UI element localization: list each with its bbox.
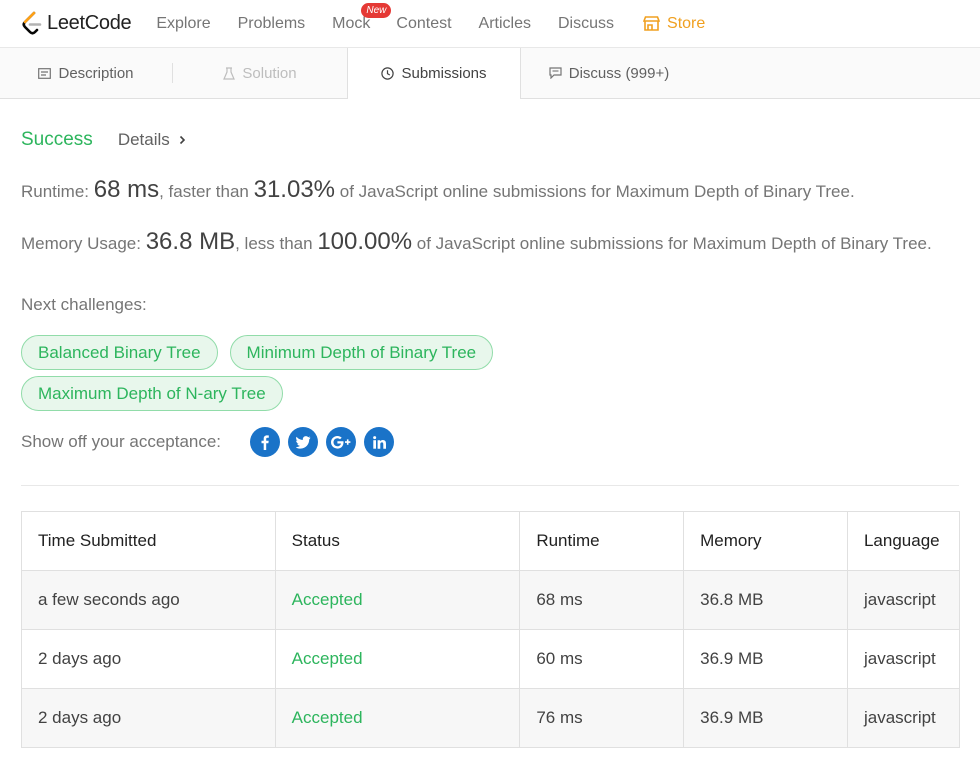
tab-submissions[interactable]: Submissions <box>347 48 521 99</box>
tab-solution-label: Solution <box>242 64 297 82</box>
header-time-submitted[interactable]: Time Submitted <box>21 511 276 571</box>
cell-memory: 36.9 MB <box>683 688 848 748</box>
submission-result: Success Details Runtime: 68 ms, faster t… <box>0 129 980 748</box>
twitter-icon <box>295 435 311 449</box>
cell-language: javascript <box>846 570 961 630</box>
cell-runtime: 68 ms <box>519 570 685 630</box>
store-icon <box>643 16 661 31</box>
tab-description[interactable]: Description <box>0 48 172 98</box>
google-plus-icon <box>331 435 351 449</box>
tab-discuss-label: Discuss (999+) <box>568 64 670 82</box>
cell-time: 2 days ago <box>21 629 276 689</box>
runtime-stat: Runtime: 68 ms, faster than 31.03% of Ja… <box>21 177 959 205</box>
nav-store-label: Store <box>667 14 706 32</box>
facebook-icon <box>261 434 269 450</box>
challenge-chip[interactable]: Maximum Depth of N-ary Tree <box>21 376 283 411</box>
cell-language: javascript <box>846 688 961 748</box>
next-challenges: Balanced Binary Tree Minimum Depth of Bi… <box>21 335 541 417</box>
cell-memory: 36.8 MB <box>683 570 848 630</box>
cell-runtime: 76 ms <box>519 688 685 748</box>
result-header: Success Details <box>21 129 959 151</box>
description-icon <box>38 67 52 79</box>
nav-discuss[interactable]: Discuss <box>558 15 614 33</box>
tab-description-label: Description <box>58 64 134 82</box>
nav-links: Explore Problems Mock New Contest Articl… <box>156 2 705 33</box>
problem-tabs: Description Solution Submissions Discuss… <box>0 48 980 99</box>
success-status: Success <box>21 129 93 150</box>
runtime-tail: of JavaScript online submissions for Max… <box>335 182 855 201</box>
facebook-share-button[interactable] <box>250 427 281 457</box>
linkedin-icon <box>372 435 386 449</box>
cell-status-link[interactable]: Accepted <box>274 629 521 689</box>
cell-time: a few seconds ago <box>21 570 276 630</box>
cell-time: 2 days ago <box>21 688 276 748</box>
memory-percentile: 100.00% <box>317 228 413 255</box>
runtime-percentile: 31.03% <box>253 176 336 203</box>
cell-status-link[interactable]: Accepted <box>274 570 521 630</box>
memory-mid: , less than <box>235 234 318 253</box>
nav-articles[interactable]: Articles <box>479 15 531 33</box>
leetcode-logo[interactable]: LeetCode <box>21 0 132 48</box>
memory-stat: Memory Usage: 36.8 MB, less than 100.00%… <box>21 229 959 257</box>
memory-value: 36.8 MB <box>145 228 236 255</box>
next-challenges-label: Next challenges: <box>21 295 147 314</box>
chevron-right-icon <box>179 135 185 145</box>
comment-icon <box>549 67 562 79</box>
tab-submissions-label: Submissions <box>401 65 487 82</box>
tab-discuss[interactable]: Discuss (999+) <box>521 48 697 98</box>
header-language[interactable]: Language <box>846 511 961 571</box>
table-header-row: Time Submitted Status Runtime Memory Lan… <box>21 511 961 571</box>
cell-runtime: 60 ms <box>519 629 685 689</box>
challenge-chip[interactable]: Minimum Depth of Binary Tree <box>229 335 494 370</box>
header-memory[interactable]: Memory <box>683 511 848 571</box>
leetcode-logo-icon <box>22 11 42 35</box>
google-plus-share-button[interactable] <box>326 427 357 457</box>
share-label: Show off your acceptance: <box>21 432 222 451</box>
table-row: 2 days ago Accepted 76 ms 36.9 MB javasc… <box>21 688 961 748</box>
clock-icon <box>381 67 395 80</box>
runtime-label: Runtime: <box>21 182 94 201</box>
flask-icon <box>223 66 236 80</box>
nav-mock[interactable]: Mock New <box>332 2 392 33</box>
table-row: a few seconds ago Accepted 68 ms 36.8 MB… <box>21 570 961 630</box>
challenge-chip[interactable]: Balanced Binary Tree <box>21 335 218 370</box>
submissions-table: Time Submitted Status Runtime Memory Lan… <box>21 511 961 748</box>
twitter-share-button[interactable] <box>288 427 319 457</box>
cell-status-link[interactable]: Accepted <box>274 688 521 748</box>
cell-memory: 36.9 MB <box>683 629 848 689</box>
section-divider <box>21 485 959 486</box>
tab-solution[interactable]: Solution <box>173 48 347 98</box>
header-runtime[interactable]: Runtime <box>519 511 685 571</box>
details-link[interactable]: Details <box>118 130 186 150</box>
details-label: Details <box>117 130 170 149</box>
linkedin-share-button[interactable] <box>364 427 395 457</box>
memory-label: Memory Usage: <box>21 234 146 253</box>
top-navbar: LeetCode Explore Problems Mock New Conte… <box>0 0 980 48</box>
header-status[interactable]: Status <box>274 511 521 571</box>
nav-store[interactable]: Store <box>643 15 705 33</box>
nav-problems[interactable]: Problems <box>238 15 306 33</box>
share-row: Show off your acceptance: <box>21 427 959 457</box>
nav-explore[interactable]: Explore <box>156 15 210 33</box>
runtime-mid: , faster than <box>159 182 254 201</box>
cell-language: javascript <box>846 629 961 689</box>
table-row: 2 days ago Accepted 60 ms 36.9 MB javasc… <box>21 629 961 689</box>
runtime-value: 68 ms <box>93 176 160 203</box>
nav-contest[interactable]: Contest <box>396 15 451 33</box>
new-badge: New <box>361 2 392 18</box>
logo-text: LeetCode <box>47 12 132 34</box>
memory-tail: of JavaScript online submissions for Max… <box>412 234 932 253</box>
